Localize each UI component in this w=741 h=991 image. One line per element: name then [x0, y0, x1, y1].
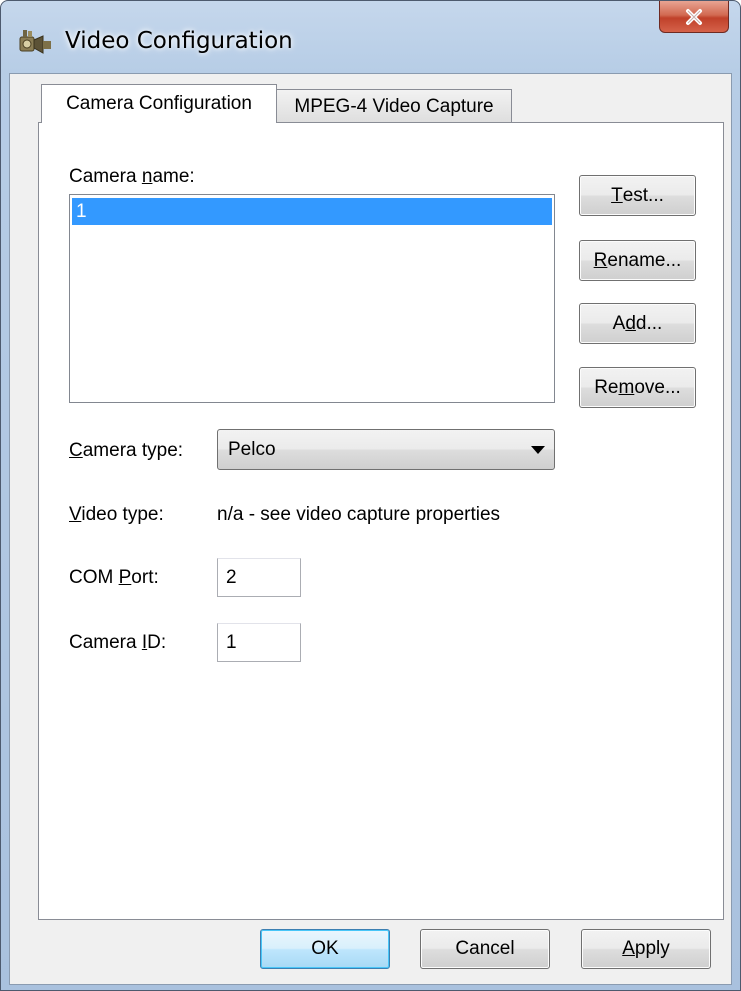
apply-button[interactable]: Apply: [581, 929, 711, 969]
close-icon: [686, 8, 702, 25]
test-button[interactable]: Test...: [579, 175, 696, 216]
tab-mpeg4-video-capture[interactable]: MPEG-4 Video Capture: [276, 89, 512, 123]
ok-button[interactable]: OK: [260, 929, 390, 969]
title-bar[interactable]: Video Configuration: [1, 1, 740, 73]
camera-type-value: Pelco: [228, 439, 276, 460]
dropdown-arrow-icon: [531, 446, 545, 454]
camera-configuration-panel: Camera name: 1 Test... Rename... Ad d... …: [38, 122, 724, 920]
camera-id-field[interactable]: 1: [217, 623, 301, 662]
com-port-label: COM Port:: [69, 567, 159, 588]
add-button[interactable]: Ad d...: [579, 303, 696, 344]
window-title: Video Configuration: [65, 28, 293, 54]
camera-id-label: Camera ID:: [69, 632, 167, 653]
com-port-field[interactable]: 2: [217, 558, 301, 597]
camera-name-label: Camera name:: [69, 166, 195, 187]
camera-type-dropdown[interactable]: Pelco: [217, 429, 555, 470]
camera-app-icon: [18, 27, 54, 57]
tab-camera-configuration[interactable]: Camera Configuration: [41, 84, 277, 123]
camera-type-label: Camera type:: [69, 440, 184, 461]
rename-button[interactable]: Rename...: [579, 240, 696, 281]
cancel-button[interactable]: Cancel: [420, 929, 550, 969]
close-button[interactable]: [659, 1, 729, 33]
video-type-label: Video type:: [69, 504, 164, 525]
video-type-value: n/a - see video capture properties: [217, 504, 501, 525]
tab-label: MPEG-4 Video Capture: [294, 95, 494, 117]
dialog-client-area: Camera Configuration MPEG-4 Video Captur…: [9, 73, 732, 985]
list-item[interactable]: 1: [72, 198, 552, 225]
dialog-window: Video Configuration Camera Configuration…: [0, 0, 741, 991]
remove-button[interactable]: Re m ove...: [579, 367, 696, 408]
tab-label: Camera Configuration: [66, 93, 252, 114]
camera-list[interactable]: 1: [69, 194, 555, 403]
